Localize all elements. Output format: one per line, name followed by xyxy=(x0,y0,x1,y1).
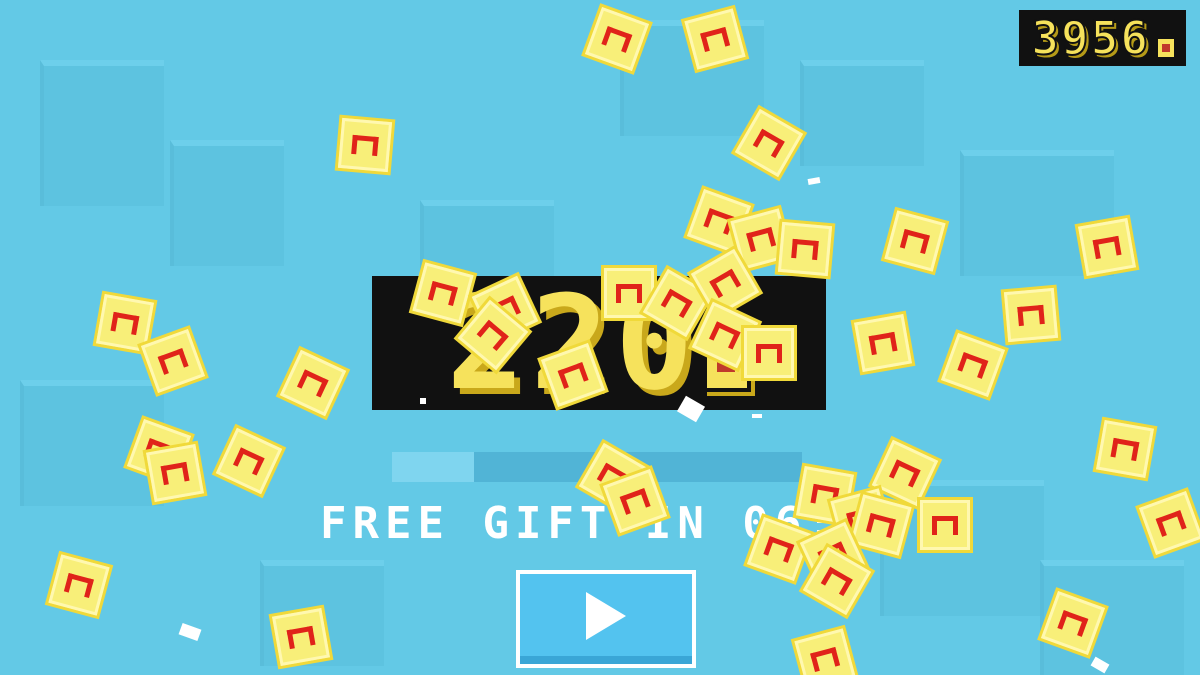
coin-icon xyxy=(744,328,794,378)
coin-icon xyxy=(1156,37,1176,59)
background-block xyxy=(800,60,924,166)
background-block xyxy=(40,60,164,206)
play-icon xyxy=(586,592,626,640)
coin-icon xyxy=(854,314,912,372)
gift-progress-fill xyxy=(392,452,474,482)
coin-icon xyxy=(1078,218,1136,276)
coin-total: 3956 xyxy=(1030,10,1150,66)
coin-icon xyxy=(146,444,204,502)
background-block xyxy=(420,200,554,276)
coin-icon xyxy=(777,221,833,277)
coin-icon xyxy=(337,117,393,173)
confetti-piece xyxy=(752,414,762,418)
confetti-piece xyxy=(420,398,426,404)
coin-icon xyxy=(272,608,330,666)
play-button[interactable] xyxy=(516,570,696,668)
coin-counter: 3956 xyxy=(1019,10,1186,66)
background-block xyxy=(170,140,284,266)
coin-icon xyxy=(1003,287,1059,343)
coin-icon xyxy=(920,500,970,550)
coin-icon xyxy=(1096,420,1154,478)
